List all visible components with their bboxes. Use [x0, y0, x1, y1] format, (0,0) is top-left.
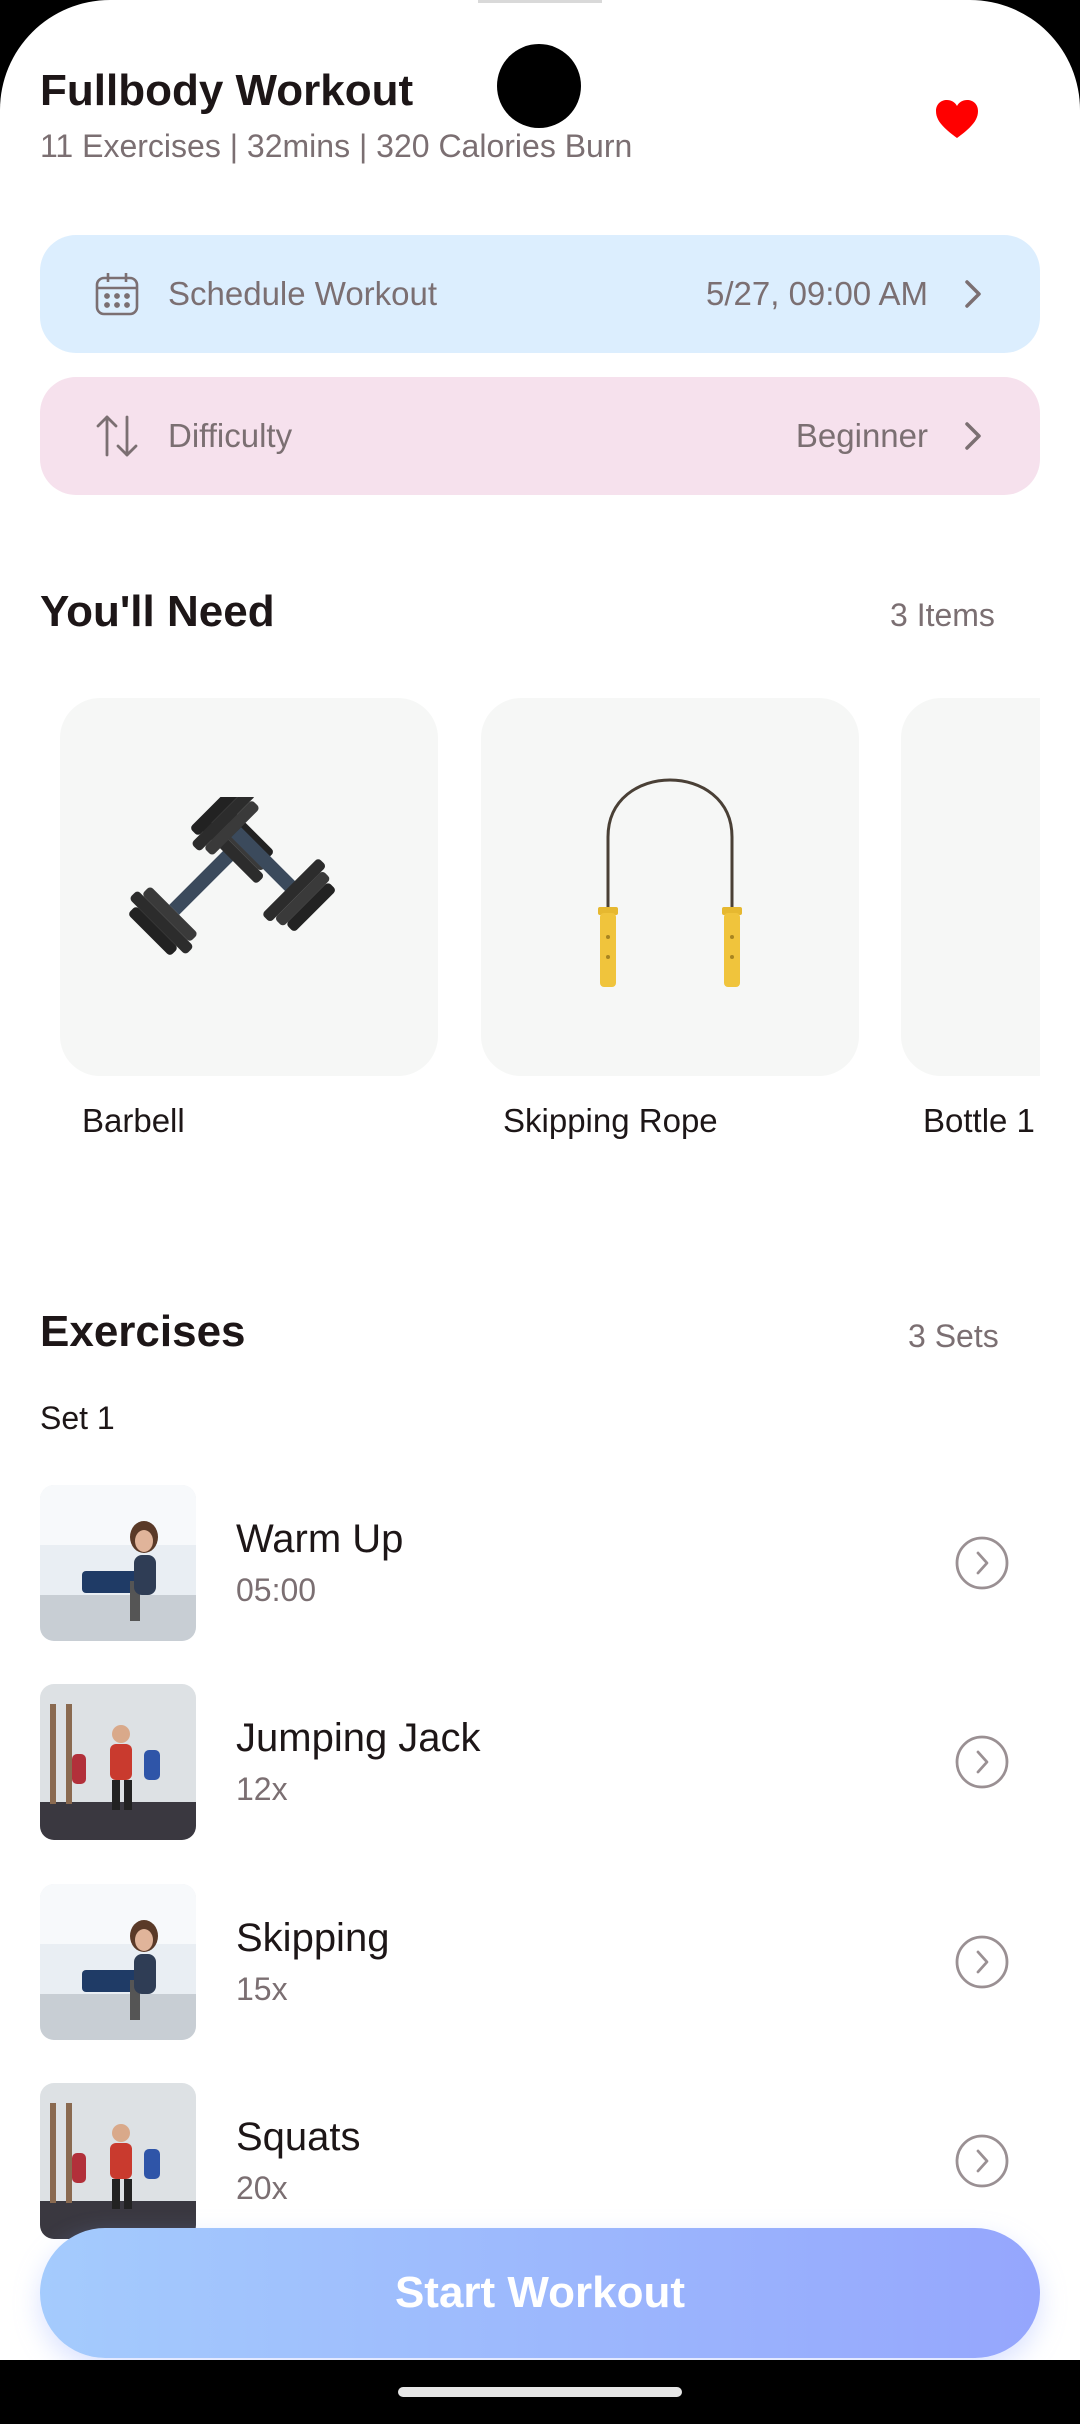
dumbbell-icon	[129, 797, 335, 955]
chevron-circle-right-icon[interactable]	[954, 1734, 1010, 1790]
exercises-count[interactable]: 3 Sets	[908, 1318, 999, 1355]
calendar-icon	[95, 273, 139, 316]
difficulty-row[interactable]: Difficulty Beginner	[40, 377, 1040, 495]
chevron-circle-right-icon[interactable]	[954, 1934, 1010, 1990]
exercises-section-title: Exercises	[40, 1307, 246, 1356]
equipment-image	[60, 698, 438, 1076]
exercise-thumbnail	[40, 1684, 196, 1840]
equipment-name: Skipping Rope	[503, 1102, 718, 1139]
exercise-thumbnail	[40, 2083, 196, 2239]
equipment-name: Barbell	[82, 1102, 185, 1139]
schedule-label: Schedule Workout	[168, 275, 438, 312]
exercise-row[interactable]: Jumping Jack 12x	[40, 1683, 1010, 1841]
equipment-list[interactable]: Barbell Skipping Rope Bottle 1	[0, 698, 1040, 1148]
equipment-card[interactable]: Bottle 1	[901, 698, 1040, 1140]
exercise-duration: 05:00	[236, 1572, 317, 1608]
set-label: Set 1	[40, 1400, 115, 1436]
workout-summary: 11 Exercises | 32mins | 320 Calories Bur…	[40, 128, 633, 164]
equipment-card[interactable]: Barbell	[60, 698, 438, 1140]
exercise-row[interactable]: Squats 20x	[40, 2082, 1010, 2240]
exercise-name: Skipping	[236, 1916, 390, 1960]
front-camera	[497, 44, 581, 128]
start-workout-button[interactable]: Start Workout	[40, 2228, 1040, 2358]
exercise-thumbnail	[40, 1485, 196, 1641]
heart-icon[interactable]	[932, 94, 982, 144]
page-title: Fullbody Workout	[40, 66, 414, 115]
equipment-name: Bottle 1	[923, 1102, 1035, 1139]
sort-arrows-icon	[96, 415, 138, 457]
exercise-reps: 15x	[236, 1971, 288, 2007]
chevron-circle-right-icon[interactable]	[954, 1535, 1010, 1591]
speaker-notch	[478, 0, 602, 3]
difficulty-value: Beginner	[795, 417, 928, 454]
exercise-name: Squats	[236, 2115, 361, 2159]
need-section-title: You'll Need	[40, 587, 275, 636]
equipment-image	[481, 698, 859, 1076]
schedule-workout-row[interactable]: Schedule Workout 5/27, 09:00 AM	[40, 235, 1040, 353]
exercise-thumbnail	[40, 1884, 196, 2040]
exercise-reps: 12x	[236, 1771, 288, 1807]
chevron-circle-right-icon[interactable]	[954, 2133, 1010, 2189]
chevron-right-icon	[965, 422, 981, 450]
need-count[interactable]: 3 Items	[890, 597, 995, 634]
exercise-name: Warm Up	[236, 1517, 404, 1561]
equipment-card[interactable]: Skipping Rope	[481, 698, 859, 1140]
schedule-value: 5/27, 09:00 AM	[706, 275, 928, 312]
exercise-reps: 20x	[236, 2170, 288, 2206]
home-indicator[interactable]	[398, 2387, 682, 2397]
exercise-row[interactable]: Warm Up 05:00	[40, 1484, 1010, 1642]
exercise-name: Jumping Jack	[236, 1716, 481, 1760]
equipment-image	[901, 698, 1040, 1076]
difficulty-label: Difficulty	[168, 417, 293, 454]
screen: Fullbody Workout 11 Exercises | 32mins |…	[0, 0, 1080, 2360]
chevron-right-icon	[965, 280, 981, 308]
exercise-row[interactable]: Skipping 15x	[40, 1883, 1010, 2041]
skipping-rope-icon	[598, 778, 742, 987]
